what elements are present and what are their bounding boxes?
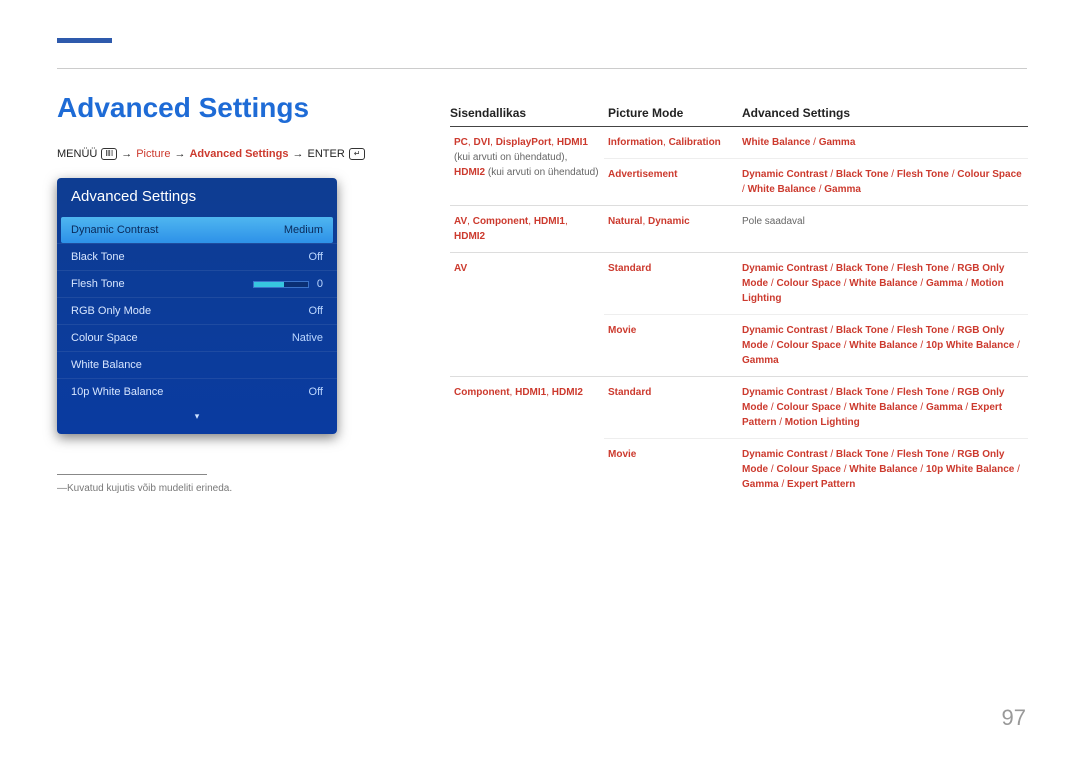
cell-advanced-settings: Dynamic Contrast / Black Tone / Flesh To… bbox=[738, 439, 1028, 500]
enter-icon: ↵ bbox=[349, 148, 366, 160]
footnote-separator bbox=[57, 474, 207, 475]
menu-item-value: Native bbox=[292, 332, 323, 344]
menu-item-colour-space[interactable]: Colour Space Native bbox=[57, 324, 337, 351]
th-advanced: Advanced Settings bbox=[738, 100, 1028, 126]
menu-item-label: Dynamic Contrast bbox=[71, 224, 158, 236]
menu-item-value: Off bbox=[309, 251, 323, 263]
cell-source: PC, DVI, DisplayPort, HDMI1 (kui arvuti … bbox=[450, 127, 604, 205]
breadcrumb: MENÜÜ ⅢⅠ → Picture → Advanced Settings →… bbox=[57, 148, 422, 160]
table-row: PC, DVI, DisplayPort, HDMI1 (kui arvuti … bbox=[450, 127, 1028, 206]
menu-item-flesh-tone[interactable]: Flesh Tone 0 bbox=[57, 270, 337, 297]
menu-icon: ⅢⅠ bbox=[101, 148, 117, 160]
cell-picture-mode: Movie bbox=[604, 315, 738, 376]
cell-picture-mode: Standard bbox=[604, 253, 738, 314]
page-title: Advanced Settings bbox=[57, 92, 422, 124]
cell-advanced-settings: Dynamic Contrast / Black Tone / Flesh To… bbox=[738, 315, 1028, 376]
cell-picture-mode: Movie bbox=[604, 439, 738, 500]
bc-menu: MENÜÜ bbox=[57, 148, 97, 160]
cell-advanced-settings: Dynamic Contrast / Black Tone / Flesh To… bbox=[738, 253, 1028, 314]
menu-item-black-tone[interactable]: Black Tone Off bbox=[57, 243, 337, 270]
cell-source: AV, Component, HDMI1, HDMI2 bbox=[450, 206, 604, 252]
menu-item-10p-white-balance[interactable]: 10p White Balance Off bbox=[57, 378, 337, 405]
left-column: Advanced Settings MENÜÜ ⅢⅠ → Picture → A… bbox=[57, 92, 422, 494]
bc-arrow-3: → bbox=[293, 148, 304, 160]
bc-advanced: Advanced Settings bbox=[189, 148, 288, 160]
table-row: AVStandardDynamic Contrast / Black Tone … bbox=[450, 253, 1028, 377]
table-row: AV, Component, HDMI1, HDMI2Natural, Dyna… bbox=[450, 206, 1028, 253]
menu-item-value: Off bbox=[309, 305, 323, 317]
bc-enter: ENTER bbox=[308, 148, 345, 160]
cell-advanced-settings: Dynamic Contrast / Black Tone / Flesh To… bbox=[738, 377, 1028, 438]
cell-picture-mode: Information, Calibration bbox=[604, 127, 738, 158]
menu-item-label: Black Tone bbox=[71, 251, 125, 263]
menu-item-label: White Balance bbox=[71, 359, 142, 371]
table-row: Component, HDMI1, HDMI2StandardDynamic C… bbox=[450, 377, 1028, 500]
cell-advanced-settings: Pole saadaval bbox=[738, 206, 1028, 237]
menu-item-value: Off bbox=[309, 386, 323, 398]
header-band bbox=[57, 38, 112, 43]
footnote-text: Kuvatud kujutis võib mudeliti erineda. bbox=[67, 483, 232, 494]
menu-item-value: 0 bbox=[317, 278, 323, 290]
cell-advanced-settings: Dynamic Contrast / Black Tone / Flesh To… bbox=[738, 159, 1028, 205]
bc-arrow-2: → bbox=[174, 148, 185, 160]
cell-picture-mode: Natural, Dynamic bbox=[604, 206, 738, 237]
right-column: Sisendallikas Picture Mode Advanced Sett… bbox=[450, 100, 1028, 500]
chevron-down-icon[interactable]: ▾ bbox=[57, 405, 337, 422]
menu-item-rgb-only-mode[interactable]: RGB Only Mode Off bbox=[57, 297, 337, 324]
cell-source: AV bbox=[450, 253, 604, 376]
slider[interactable] bbox=[253, 281, 309, 288]
menu-item-label: RGB Only Mode bbox=[71, 305, 151, 317]
cell-advanced-settings: White Balance / Gamma bbox=[738, 127, 1028, 158]
footnote: ― Kuvatud kujutis võib mudeliti erineda. bbox=[57, 483, 422, 494]
menu-item-dynamic-contrast[interactable]: Dynamic Contrast Medium bbox=[61, 217, 333, 243]
panel-title: Advanced Settings bbox=[57, 178, 337, 217]
menu-item-white-balance[interactable]: White Balance bbox=[57, 351, 337, 378]
menu-item-label: Colour Space bbox=[71, 332, 138, 344]
bc-arrow-1: → bbox=[121, 148, 132, 160]
header-line bbox=[57, 68, 1027, 69]
th-source: Sisendallikas bbox=[450, 100, 604, 126]
menu-item-label: 10p White Balance bbox=[71, 386, 163, 398]
cell-picture-mode: Advertisement bbox=[604, 159, 738, 205]
advanced-settings-panel: Advanced Settings Dynamic Contrast Medium… bbox=[57, 178, 337, 434]
menu-item-label: Flesh Tone bbox=[71, 278, 125, 290]
bc-picture: Picture bbox=[136, 148, 170, 160]
page-number: 97 bbox=[1002, 705, 1026, 731]
menu-item-value: Medium bbox=[284, 224, 323, 236]
table-header: Sisendallikas Picture Mode Advanced Sett… bbox=[450, 100, 1028, 127]
cell-picture-mode: Standard bbox=[604, 377, 738, 438]
cell-source: Component, HDMI1, HDMI2 bbox=[450, 377, 604, 500]
th-picturemode: Picture Mode bbox=[604, 100, 738, 126]
